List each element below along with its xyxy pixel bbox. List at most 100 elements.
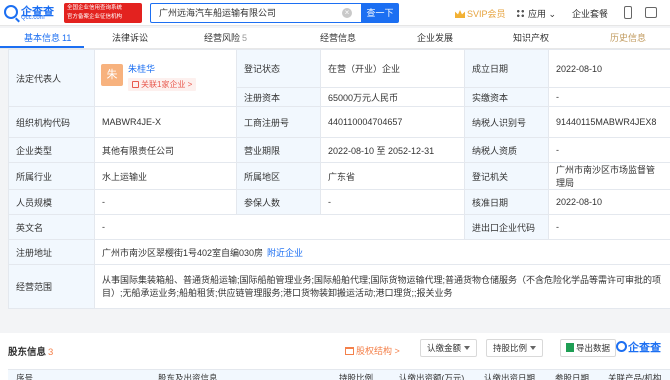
enterprise-kit-link[interactable]: 企业套餐: [572, 7, 608, 20]
paid-capital-value: -: [548, 87, 670, 107]
col-shareholder: 股东及出资信息: [158, 373, 218, 380]
apps-menu[interactable]: 应用 ⌄: [516, 7, 556, 20]
address-value: 广州市南沙区翠樱街1号402室自编030房: [102, 247, 264, 258]
magnifier-logo-icon: [4, 5, 18, 19]
shareholder-title: 股东信息 3: [8, 344, 53, 358]
company-type-label: 企业类型: [8, 137, 95, 163]
clear-search-icon[interactable]: ×: [342, 8, 352, 18]
business-scope-value: 从事国际集装箱船、普通货船运输;国际船舶管理业务;国际船舶代理;国际货物运输代理…: [94, 264, 670, 309]
tab-label: 基本信息: [24, 33, 61, 43]
chevron-down-icon: ⌄: [548, 9, 557, 19]
excel-icon: [566, 343, 574, 352]
search-input[interactable]: 广州远海汽车船运输有限公司: [150, 3, 362, 23]
gov-badge-line2: 官方备案企业征信机构: [67, 14, 123, 20]
org-code-value: MABWR4JE-X: [94, 106, 237, 138]
phone-icon[interactable]: [624, 6, 632, 19]
tab-label: 法律诉讼: [112, 33, 149, 43]
insured-value: -: [320, 189, 465, 215]
tab-risk[interactable]: 经营风险 5: [204, 28, 247, 48]
import-export-label: 进出口企业代码: [464, 214, 549, 240]
region-label: 所属地区: [236, 162, 321, 190]
export-data-button[interactable]: 导出数据: [560, 339, 617, 357]
reg-authority-label: 登记机关: [464, 162, 549, 190]
taxpayer-id-value: 91440115MABWR4JEX8: [548, 106, 670, 138]
reg-capital-label: 注册资本: [236, 87, 321, 107]
qcc-watermark-logo: 企查查: [616, 339, 661, 355]
apps-label: 应用: [528, 9, 547, 19]
approval-date-value: 2022-08-10: [548, 189, 670, 215]
address-label: 注册地址: [8, 239, 95, 265]
staff-size-label: 人员规模: [8, 189, 95, 215]
scope-label: 经营范围: [8, 264, 95, 309]
legal-rep-name[interactable]: 朱桂华: [128, 62, 155, 75]
found-date-label: 成立日期: [464, 49, 549, 88]
biz-term-value: 2022-08-10 至 2052-12-31: [320, 137, 465, 163]
tab-history[interactable]: 历史信息: [610, 28, 646, 48]
legal-rep-cell: 朱 朱桂华 关联1家企业 >: [94, 49, 237, 107]
col-share-ratio[interactable]: 持股比例: [339, 372, 373, 380]
qcc-logo[interactable]: 企查查 Qcc.com: [4, 4, 62, 22]
company-type-value: 其他有限责任公司: [94, 137, 237, 163]
logo-domain: Qcc.com: [21, 15, 45, 21]
grid-icon: [516, 9, 525, 18]
biz-reg-no-value: 440110004704657: [320, 106, 465, 138]
col-subscribed-amount[interactable]: 认缴出资额(万元): [399, 372, 464, 380]
filter-label: 认缴金额: [427, 343, 462, 353]
caret-down-icon: [530, 346, 537, 350]
industry-label: 所属行业: [8, 162, 95, 190]
region-value: 广东省: [320, 162, 465, 190]
english-name-label: 英文名: [8, 214, 95, 240]
watermark-logo-name: 企查查: [628, 342, 661, 354]
biz-reg-no-label: 工商注册号: [236, 106, 321, 138]
tab-operation[interactable]: 经营信息: [320, 28, 356, 48]
svip-member-link[interactable]: SVIP会员: [455, 7, 506, 20]
tab-label: 企业发展: [417, 33, 454, 43]
equity-structure-label: 股权结构 >: [356, 346, 400, 356]
related-companies-label: 关联1家企业 >: [141, 80, 193, 89]
gov-registration-badge: 全国企业信用查询系统 官方备案企业征信机构: [64, 3, 142, 23]
taxpayer-id-label: 纳税人识别号: [464, 106, 549, 138]
related-companies-tag[interactable]: 关联1家企业 >: [128, 78, 197, 91]
address-cell: 广州市南沙区翠樱街1号402室自编030房 附近企业: [94, 239, 670, 265]
tab-development[interactable]: 企业发展: [417, 28, 453, 48]
tab-label: 经营风险: [204, 33, 241, 43]
found-date-value: 2022-08-10: [548, 49, 670, 88]
org-code-label: 组织机构代码: [8, 106, 95, 138]
caret-down-icon: [464, 346, 471, 350]
tab-label: 经营信息: [320, 33, 357, 43]
building-icon: [132, 81, 139, 88]
tab-ip[interactable]: 知识产权: [513, 28, 549, 48]
filter-subscribed-amount[interactable]: 认缴金额: [420, 339, 478, 357]
gov-badge-line1: 全国企业信用查询系统: [67, 5, 123, 11]
col-related-products: 关联产品/机构: [608, 373, 662, 380]
tab-basic-info[interactable]: 基本信息 11: [24, 28, 71, 48]
col-index: 序号: [16, 373, 34, 380]
nearby-companies-link[interactable]: 附近企业: [267, 248, 303, 258]
tab-legal[interactable]: 法律诉讼: [112, 28, 148, 48]
tab-count: 5: [242, 33, 248, 43]
col-subscribed-date[interactable]: 认缴出资日期: [484, 372, 535, 380]
equity-structure-link[interactable]: 股权结构 >: [345, 344, 400, 357]
basic-info-table: 法定代表人 朱 朱桂华 关联1家企业 > 登记状态 在营（开业）企业 成立日期 …: [8, 49, 670, 309]
industry-value: 水上运输业: [94, 162, 237, 190]
legal-rep-label: 法定代表人: [8, 49, 95, 107]
message-icon[interactable]: [645, 7, 657, 18]
crown-icon: [455, 10, 465, 18]
paid-capital-label: 实缴资本: [464, 87, 549, 107]
taxpayer-qual-value: -: [548, 137, 670, 163]
reg-authority-value: 广州市南沙区市场监督管理局: [548, 162, 670, 190]
col-join-date: 参股日期: [555, 373, 590, 380]
top-header: 企查查 Qcc.com 全国企业信用查询系统 官方备案企业征信机构 广州远海汽车…: [0, 0, 670, 26]
tab-count: 11: [62, 33, 72, 43]
magnifier-logo-icon: [616, 341, 627, 352]
reg-status-label: 登记状态: [236, 49, 321, 88]
biz-term-label: 营业期限: [236, 137, 321, 163]
svip-label: SVIP会员: [467, 9, 506, 19]
staff-size-value: -: [94, 189, 237, 215]
tab-label: 知识产权: [513, 33, 550, 43]
avatar[interactable]: 朱: [101, 64, 123, 86]
shareholder-count: 3: [48, 347, 54, 358]
filter-share-ratio[interactable]: 持股比例: [486, 339, 544, 357]
search-button[interactable]: 查一下: [361, 3, 399, 23]
insured-label: 参保人数: [236, 189, 321, 215]
